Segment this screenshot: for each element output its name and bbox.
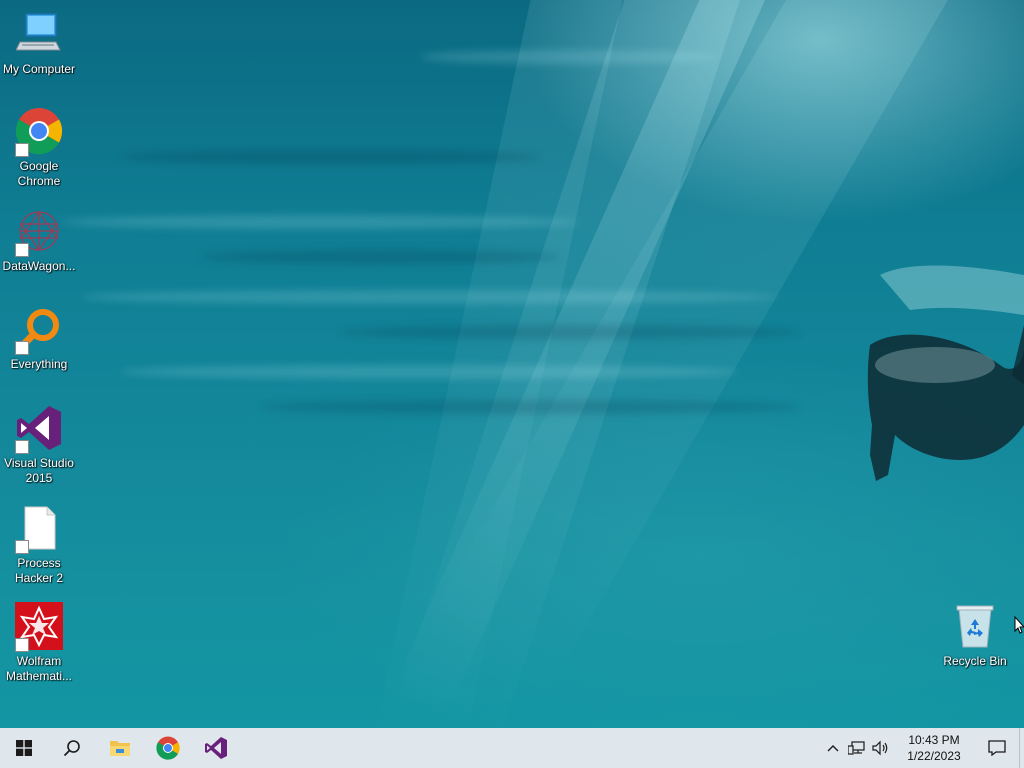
- icon-label: Visual Studio 2015: [4, 456, 74, 485]
- chevron-up-icon: [827, 745, 839, 752]
- desktop-icon-visual-studio[interactable]: Visual Studio 2015: [0, 402, 78, 486]
- icon-label: Wolfram Mathemati...: [5, 654, 73, 683]
- icon-label: Everything: [10, 357, 68, 371]
- computer-icon: [13, 8, 65, 60]
- notification-icon: [988, 740, 1006, 756]
- clock-date: 1/22/2023: [907, 749, 961, 763]
- desktop-icon-my-computer[interactable]: My Computer: [0, 8, 78, 77]
- network-button[interactable]: [845, 728, 869, 768]
- search-icon: [63, 740, 80, 757]
- water-ripple: [120, 150, 540, 164]
- icon-label: Google Chrome: [17, 159, 61, 188]
- search-button[interactable]: [48, 728, 96, 768]
- file-explorer-icon: [110, 741, 130, 756]
- mouse-cursor-icon: [1014, 616, 1024, 634]
- wolfram-mathematica-icon: [13, 600, 65, 652]
- water-ripple: [420, 50, 720, 64]
- water-ripple: [80, 290, 780, 304]
- shortcut-arrow-icon: [15, 638, 29, 652]
- water-ripple: [60, 215, 580, 229]
- clock[interactable]: 10:43 PM 1/22/2023: [899, 732, 969, 764]
- icon-label: Process Hacker 2: [14, 556, 64, 585]
- icon-label: DataWagon...: [2, 259, 76, 273]
- desktop-background[interactable]: My Computer Google Chrome DataWagon... E…: [0, 0, 1024, 728]
- chrome-icon: [156, 736, 180, 760]
- shortcut-arrow-icon: [15, 243, 29, 257]
- taskbar-chrome[interactable]: [144, 728, 192, 768]
- shortcut-arrow-icon: [15, 143, 29, 157]
- desktop-icon-process-hacker[interactable]: Process Hacker 2: [0, 502, 78, 586]
- show-hidden-icons-button[interactable]: [821, 728, 845, 768]
- swimmer-silhouette: [867, 265, 1024, 481]
- desktop-icon-wolfram-mathematica[interactable]: Wolfram Mathemati...: [0, 600, 78, 684]
- system-tray: 10:43 PM 1/22/2023: [821, 728, 1024, 768]
- recycle-bin-icon: [949, 600, 1001, 652]
- action-center-button[interactable]: [975, 728, 1019, 768]
- water-ripple: [340, 325, 800, 339]
- taskbar: 10:43 PM 1/22/2023: [0, 728, 1024, 768]
- desktop-icon-google-chrome[interactable]: Google Chrome: [0, 105, 78, 189]
- shortcut-arrow-icon: [15, 440, 29, 454]
- everything-search-icon: [13, 303, 65, 355]
- chrome-icon: [13, 105, 65, 157]
- icon-label: Recycle Bin: [943, 654, 1007, 668]
- visual-studio-icon: [205, 737, 227, 759]
- desktop-icon-everything[interactable]: Everything: [0, 303, 78, 372]
- speaker-icon: [872, 740, 888, 756]
- icon-label: My Computer: [2, 62, 76, 76]
- water-ripple: [120, 365, 740, 379]
- volume-button[interactable]: [869, 728, 893, 768]
- taskbar-file-explorer[interactable]: [96, 728, 144, 768]
- desktop-icon-datawagon[interactable]: DataWagon...: [0, 205, 78, 274]
- network-icon: [848, 741, 865, 755]
- shortcut-arrow-icon: [15, 540, 29, 554]
- start-icon: [16, 740, 32, 756]
- datawagon-icon: [13, 205, 65, 257]
- water-ripple: [200, 250, 560, 264]
- taskbar-visual-studio[interactable]: [192, 728, 240, 768]
- blank-file-icon: [13, 502, 65, 554]
- start-button[interactable]: [0, 728, 48, 768]
- show-desktop-button[interactable]: [1019, 728, 1024, 768]
- shortcut-arrow-icon: [15, 341, 29, 355]
- visual-studio-icon: [13, 402, 65, 454]
- clock-time: 10:43 PM: [908, 733, 960, 747]
- desktop-icon-recycle-bin[interactable]: Recycle Bin: [936, 600, 1014, 669]
- water-ripple: [260, 400, 800, 414]
